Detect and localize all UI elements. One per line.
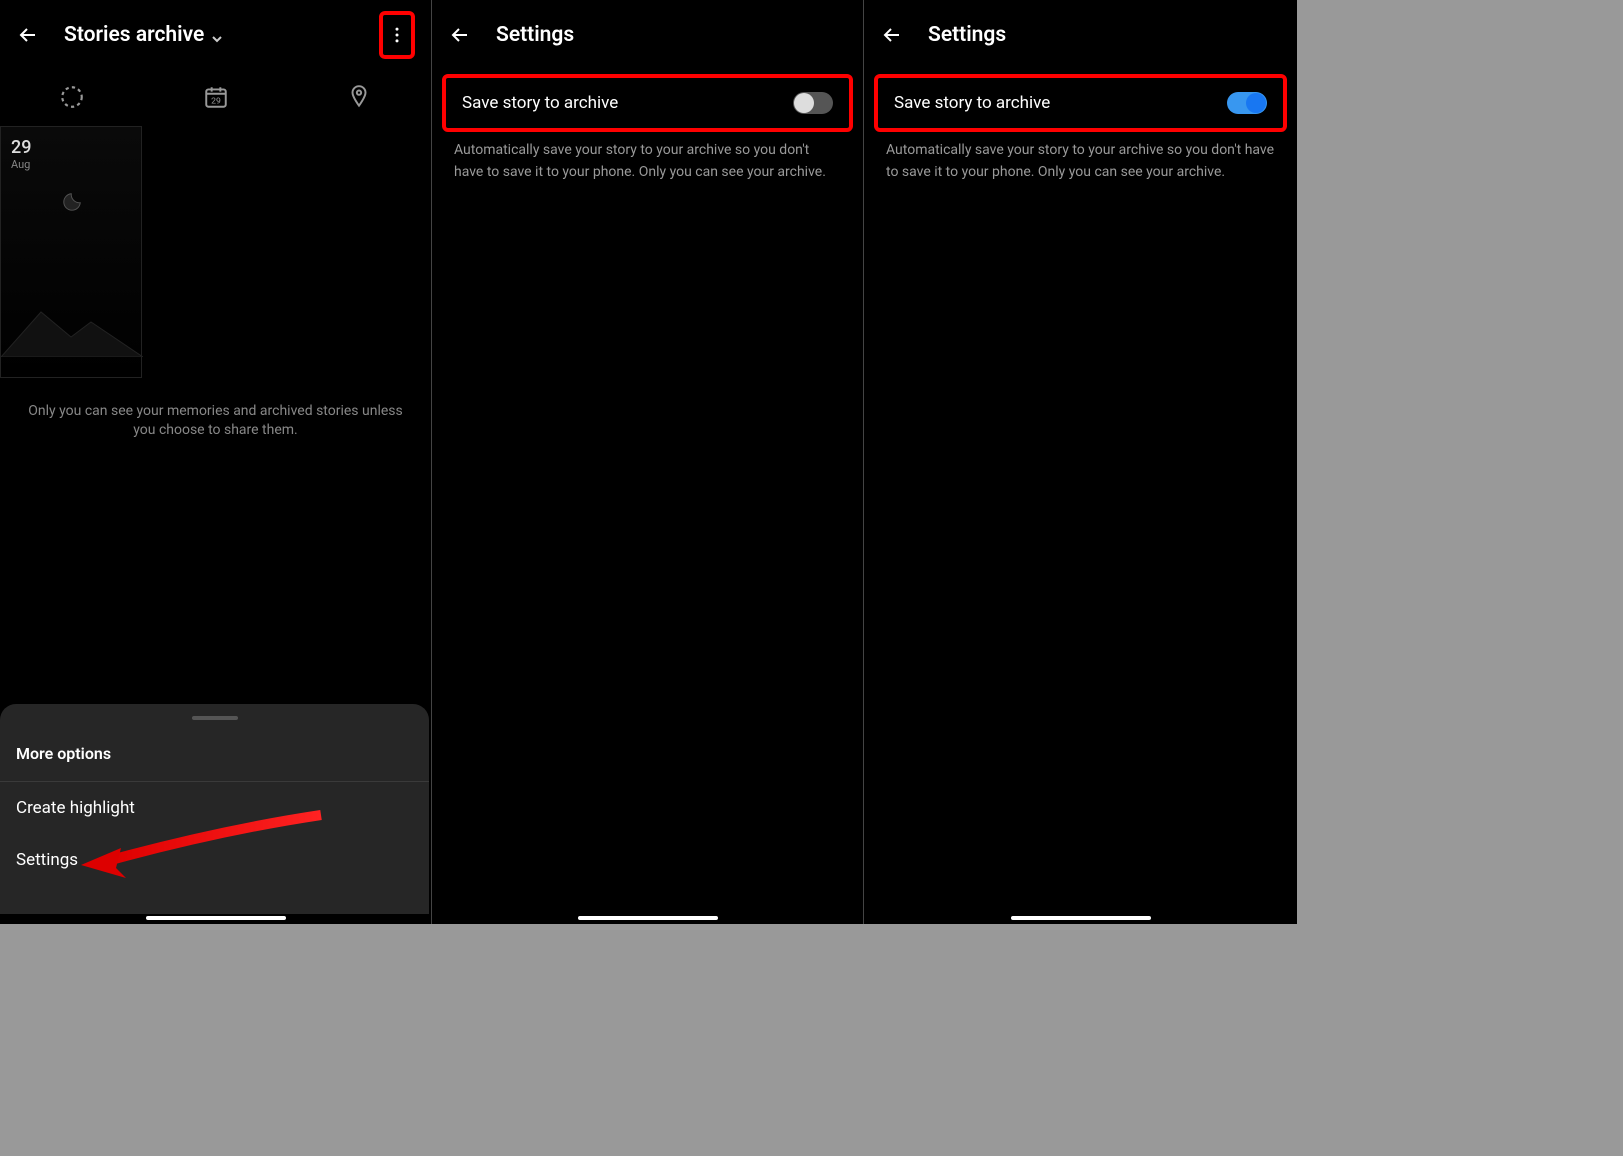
home-indicator[interactable]	[578, 916, 718, 920]
sheet-handle[interactable]	[192, 716, 238, 720]
setting-label: Save story to archive	[894, 93, 1227, 113]
setting-description: Automatically save your story to your ar…	[432, 136, 863, 187]
svg-text:29: 29	[211, 97, 221, 107]
page-title: Settings	[928, 23, 1006, 47]
home-indicator[interactable]	[1011, 916, 1151, 920]
tab-stories[interactable]	[0, 84, 144, 110]
setting-label: Save story to archive	[462, 93, 793, 113]
title-text: Stories archive	[64, 23, 204, 47]
mountain-icon	[1, 297, 143, 357]
setting-description: Automatically save your story to your ar…	[864, 136, 1297, 187]
settings-screen-on: Settings Save story to archive Automatic…	[864, 0, 1297, 924]
sheet-item-settings[interactable]: Settings	[0, 834, 429, 886]
toggle-knob	[794, 93, 814, 113]
header: Stories archive	[0, 0, 431, 70]
save-to-archive-row[interactable]: Save story to archive	[442, 74, 853, 132]
back-icon[interactable]	[448, 23, 472, 47]
page-title: Settings	[496, 23, 574, 47]
tab-calendar[interactable]: 29	[144, 84, 288, 110]
story-thumbnail[interactable]: 29 Aug	[0, 126, 142, 378]
chevron-down-icon	[210, 28, 224, 42]
bottom-sheet: More options Create highlight Settings	[0, 704, 429, 914]
archive-notice: Only you can see your memories and archi…	[0, 378, 431, 440]
save-archive-toggle[interactable]	[1227, 92, 1267, 114]
sheet-title: More options	[0, 736, 429, 781]
page-title[interactable]: Stories archive	[64, 23, 224, 47]
archive-screen: Stories archive 29 29 Aug Only you can s…	[0, 0, 432, 924]
toggle-knob	[1246, 93, 1266, 113]
save-archive-toggle[interactable]	[793, 92, 833, 114]
tab-location[interactable]	[287, 84, 431, 110]
sheet-item-create-highlight[interactable]: Create highlight	[0, 782, 429, 834]
settings-screen-off: Settings Save story to archive Automatic…	[432, 0, 864, 924]
tab-bar: 29	[0, 70, 431, 124]
header: Settings	[432, 0, 863, 70]
header: Settings	[864, 0, 1297, 70]
more-options-button[interactable]	[379, 11, 415, 59]
story-month: Aug	[11, 158, 31, 171]
story-day: 29	[11, 137, 31, 158]
back-icon[interactable]	[16, 23, 40, 47]
moon-icon	[61, 191, 83, 213]
back-icon[interactable]	[880, 23, 904, 47]
home-indicator[interactable]	[146, 916, 286, 920]
story-date-label: 29 Aug	[11, 137, 31, 171]
save-to-archive-row[interactable]: Save story to archive	[874, 74, 1287, 132]
